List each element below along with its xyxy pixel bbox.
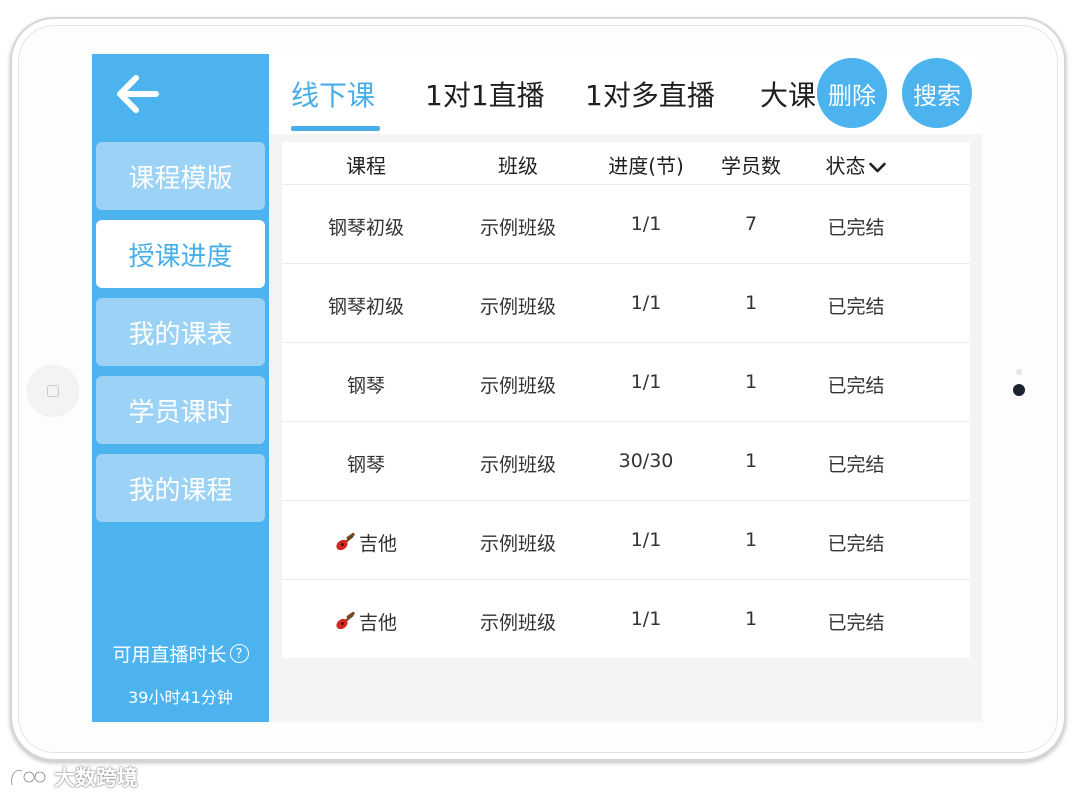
cell-course: 钢琴初级 <box>327 296 405 318</box>
table-row[interactable]: 钢琴 示例班级 30/30 1 已完结 <box>282 422 970 501</box>
cell-progress: 1/1 <box>630 608 662 630</box>
cell-class: 示例班级 <box>479 296 557 318</box>
tab-big-class[interactable]: 大课 <box>760 74 816 114</box>
live-duration-value: 39小时41分钟 <box>128 688 233 707</box>
chevron-down-icon <box>869 162 886 172</box>
sidebar: 课程模版 授课进度 我的课表 学员课时 我的课程 可用直播时长 ? 39小时41… <box>92 54 269 722</box>
back-button[interactable] <box>112 72 162 116</box>
header-students: 学员数 <box>721 154 781 178</box>
home-button[interactable] <box>28 366 78 416</box>
cell-students: 1 <box>744 371 758 393</box>
cell-students: 7 <box>744 213 758 235</box>
sidebar-item-my-schedule[interactable]: 我的课表 <box>96 298 265 366</box>
cell-course: 钢琴 <box>346 375 386 397</box>
cell-status: 已完结 <box>827 454 885 476</box>
sidebar-item-teaching-progress[interactable]: 授课进度 <box>96 220 265 288</box>
sidebar-item-my-courses[interactable]: 我的课程 <box>96 454 265 522</box>
cell-progress: 1/1 <box>630 292 662 314</box>
tab-offline-course[interactable]: 线下课 <box>291 74 375 114</box>
guitar-icon <box>335 532 357 557</box>
cell-status: 已完结 <box>827 296 885 318</box>
progress-table: 课程 班级 进度(节) 学员数 状态 钢琴初级 示例班级 1/1 7 已完结 钢琴初级 示例… <box>282 142 970 658</box>
cell-progress: 1/1 <box>630 371 662 393</box>
tab-one-to-many-live[interactable]: 1对多直播 <box>585 74 715 114</box>
camera-dot <box>1013 384 1025 396</box>
cell-status: 已完结 <box>827 612 885 634</box>
cell-class: 示例班级 <box>479 454 557 476</box>
table-row[interactable]: 吉他 示例班级 1/1 1 已完结 <box>282 580 970 658</box>
tab-one-on-one-live[interactable]: 1对1直播 <box>425 74 545 114</box>
header-status-filter[interactable]: 状态 <box>826 150 887 179</box>
cell-course: 钢琴初级 <box>327 217 405 239</box>
sidebar-item-student-hours[interactable]: 学员课时 <box>96 376 265 444</box>
sidebar-item-course-template[interactable]: 课程模版 <box>96 142 265 210</box>
watermark-logo-icon <box>10 769 47 786</box>
cell-class: 示例班级 <box>479 217 557 239</box>
cell-course-text: 吉他 <box>358 533 398 555</box>
sensor-dot <box>1016 369 1022 375</box>
cell-class: 示例班级 <box>479 612 557 634</box>
table-body: 钢琴初级 示例班级 1/1 7 已完结 钢琴初级 示例班级 1/1 1 已完结 钢琴 示例班级 1/1 1… <box>282 185 970 658</box>
cell-status: 已完结 <box>827 217 885 239</box>
table-row[interactable]: 钢琴初级 示例班级 1/1 1 已完结 <box>282 264 970 343</box>
cell-class: 示例班级 <box>479 533 557 555</box>
cell-progress: 30/30 <box>618 450 674 472</box>
table-header: 课程 班级 进度(节) 学员数 状态 <box>282 142 970 185</box>
tab-bar: 线下课 1对1直播 1对多直播 大课 删除 搜索 <box>269 54 982 134</box>
live-duration-text: 可用直播时长 <box>112 644 227 666</box>
delete-button[interactable]: 删除 <box>817 58 887 128</box>
cell-course: 吉他 <box>335 529 397 557</box>
cell-status: 已完结 <box>827 375 885 397</box>
table-row[interactable]: 吉他 示例班级 1/1 1 已完结 <box>282 501 970 580</box>
home-square-icon <box>47 385 59 397</box>
header-progress: 进度(节) <box>608 154 684 178</box>
watermark-text: 大数跨境 <box>54 766 138 790</box>
cell-students: 1 <box>744 450 758 472</box>
cell-students: 1 <box>744 292 758 314</box>
cell-progress: 1/1 <box>630 529 662 551</box>
search-button[interactable]: 搜索 <box>902 58 972 128</box>
cell-students: 1 <box>744 608 758 630</box>
watermark: 大数跨境 <box>8 762 138 792</box>
header-class: 班级 <box>498 154 538 178</box>
arrow-left-icon <box>117 75 159 113</box>
cell-course: 吉他 <box>335 608 397 636</box>
table-row[interactable]: 钢琴 示例班级 1/1 1 已完结 <box>282 343 970 422</box>
cell-course-text: 吉他 <box>358 612 398 634</box>
header-course: 课程 <box>346 154 386 178</box>
cell-class: 示例班级 <box>479 375 557 397</box>
cell-course: 钢琴 <box>346 454 386 476</box>
active-tab-indicator <box>291 126 380 131</box>
cell-status: 已完结 <box>827 533 885 555</box>
question-circle-icon[interactable]: ? <box>229 644 249 663</box>
app-screen: 课程模版 授课进度 我的课表 学员课时 我的课程 可用直播时长 ? 39小时41… <box>92 54 982 722</box>
header-status-label: 状态 <box>825 154 866 178</box>
live-duration-label: 可用直播时长 ? <box>92 640 269 667</box>
cell-students: 1 <box>744 529 758 551</box>
guitar-icon <box>335 611 357 636</box>
table-row[interactable]: 钢琴初级 示例班级 1/1 7 已完结 <box>282 185 970 264</box>
cell-progress: 1/1 <box>630 213 662 235</box>
